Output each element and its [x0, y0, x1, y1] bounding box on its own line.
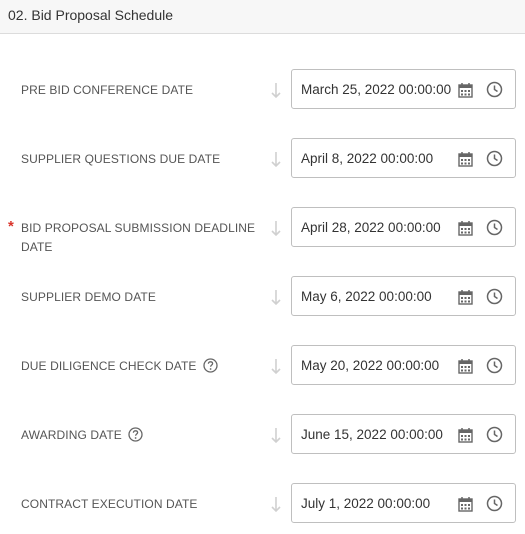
clock-icon[interactable]: [486, 426, 503, 443]
date-input[interactable]: July 1, 2022 00:00:00: [291, 483, 516, 523]
clock-icon[interactable]: [486, 357, 503, 374]
date-input[interactable]: April 8, 2022 00:00:00: [291, 138, 516, 178]
field-label: DUE DILIGENCE CHECK DATE: [21, 357, 256, 376]
date-field-row: AWARDING DATE June 15, 2022 00:00:00: [0, 414, 525, 456]
date-field-row: SUPPLIER QUESTIONS DUE DATE April 8, 202…: [0, 138, 525, 180]
date-field-row: DUE DILIGENCE CHECK DATE May 20, 2022 00…: [0, 345, 525, 387]
clock-icon[interactable]: [486, 81, 503, 98]
dependency-arrow-icon: [271, 359, 281, 375]
calendar-icon[interactable]: [458, 220, 473, 236]
date-field-row: * BID PROPOSAL SUBMISSION DEADLINE DATE …: [0, 207, 525, 254]
calendar-icon[interactable]: [458, 358, 473, 374]
field-label: CONTRACT EXECUTION DATE: [21, 497, 198, 511]
date-value: July 1, 2022 00:00:00: [301, 496, 431, 511]
field-label: AWARDING DATE: [21, 426, 256, 445]
dependency-arrow-icon: [271, 497, 281, 513]
calendar-icon[interactable]: [458, 289, 473, 305]
calendar-icon[interactable]: [458, 151, 473, 167]
date-input[interactable]: June 15, 2022 00:00:00: [291, 414, 516, 454]
date-field-row: CONTRACT EXECUTION DATE July 1, 2022 00:…: [0, 483, 525, 525]
clock-icon[interactable]: [486, 219, 503, 236]
date-value: April 28, 2022 00:00:00: [301, 220, 441, 235]
clock-icon[interactable]: [486, 150, 503, 167]
date-input[interactable]: March 25, 2022 00:00:00: [291, 69, 516, 109]
required-marker: *: [8, 218, 14, 235]
field-label: BID PROPOSAL SUBMISSION DEADLINE DATE: [21, 221, 256, 254]
dependency-arrow-icon: [271, 152, 281, 168]
dependency-arrow-icon: [271, 83, 281, 99]
section-title: 02. Bid Proposal Schedule: [8, 7, 173, 23]
date-value: May 20, 2022 00:00:00: [301, 358, 440, 373]
dependency-arrow-icon: [271, 428, 281, 444]
dependency-arrow-icon: [271, 290, 281, 306]
field-label: SUPPLIER QUESTIONS DUE DATE: [21, 152, 221, 166]
date-field-row: PRE BID CONFERENCE DATE March 25, 2022 0…: [0, 69, 525, 111]
help-circle-icon[interactable]: [202, 358, 218, 373]
clock-icon[interactable]: [486, 288, 503, 305]
calendar-icon[interactable]: [458, 427, 473, 443]
field-label: SUPPLIER DEMO DATE: [21, 290, 156, 304]
date-value: May 6, 2022 00:00:00: [301, 289, 432, 304]
section-header: 02. Bid Proposal Schedule: [0, 0, 525, 34]
clock-icon[interactable]: [486, 495, 503, 512]
date-value: April 8, 2022 00:00:00: [301, 151, 434, 166]
field-label: PRE BID CONFERENCE DATE: [21, 83, 194, 97]
calendar-icon[interactable]: [458, 496, 473, 512]
date-input[interactable]: April 28, 2022 00:00:00: [291, 207, 516, 247]
date-value: June 15, 2022 00:00:00: [301, 427, 443, 442]
dependency-arrow-icon: [271, 221, 281, 237]
date-input[interactable]: May 6, 2022 00:00:00: [291, 276, 516, 316]
date-input[interactable]: May 20, 2022 00:00:00: [291, 345, 516, 385]
calendar-icon[interactable]: [458, 82, 473, 98]
date-field-row: SUPPLIER DEMO DATE May 6, 2022 00:00:00: [0, 276, 525, 318]
help-circle-icon[interactable]: [128, 427, 143, 442]
date-value: March 25, 2022 00:00:00: [301, 82, 452, 97]
